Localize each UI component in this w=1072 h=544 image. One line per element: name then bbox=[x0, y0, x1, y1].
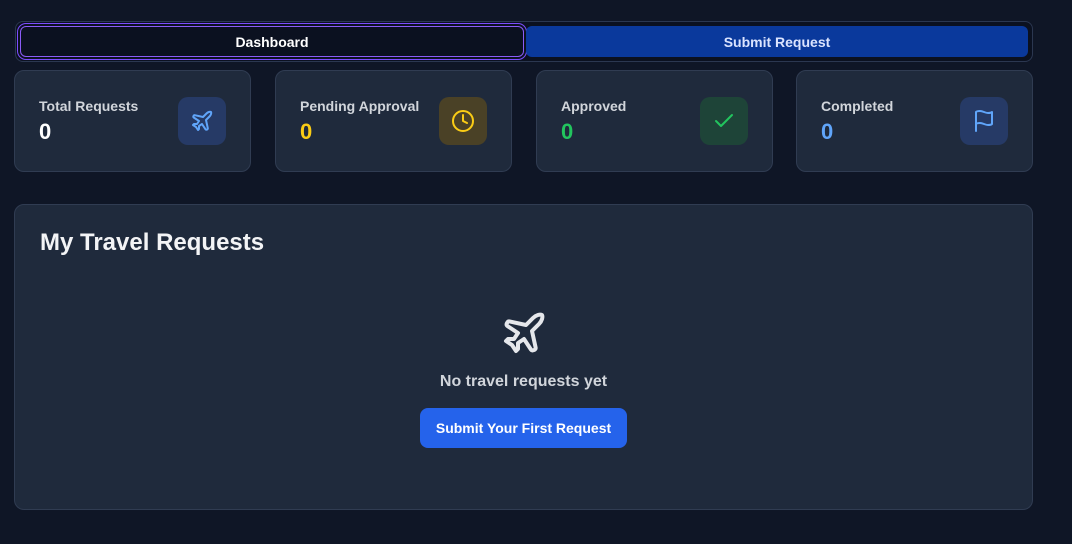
stat-label: Approved bbox=[561, 98, 627, 114]
stat-card-total-requests: Total Requests 0 bbox=[14, 70, 251, 172]
stat-value: 0 bbox=[821, 119, 834, 144]
app-root: Dashboard Submit Request Total Requests … bbox=[0, 0, 1072, 544]
stat-icon-box bbox=[960, 97, 1008, 145]
stat-value: 0 bbox=[39, 119, 52, 144]
stat-card-completed: Completed 0 bbox=[796, 70, 1033, 172]
travel-requests-panel: My Travel Requests No travel requests ye… bbox=[14, 204, 1033, 510]
stat-card-approved: Approved 0 bbox=[536, 70, 773, 172]
stat-label: Completed bbox=[821, 98, 894, 114]
tab-submit-request[interactable]: Submit Request bbox=[526, 26, 1028, 57]
tab-bar: Dashboard Submit Request bbox=[15, 21, 1033, 62]
stat-label: Pending Approval bbox=[300, 98, 420, 114]
empty-state: No travel requests yet Submit Your First… bbox=[15, 309, 1032, 448]
stat-value: 0 bbox=[300, 119, 313, 144]
check-icon bbox=[715, 114, 733, 127]
flag-icon bbox=[975, 110, 993, 132]
stat-card-pending-approval: Pending Approval 0 bbox=[275, 70, 512, 172]
panel-title: My Travel Requests bbox=[40, 229, 265, 256]
tab-dashboard[interactable]: Dashboard bbox=[20, 26, 524, 57]
submit-first-request-button[interactable]: Submit Your First Request bbox=[419, 408, 628, 448]
stat-icon-box bbox=[700, 97, 748, 145]
stat-icon-box bbox=[439, 97, 487, 145]
stats-row: Total Requests 0 Pending Approval 0 Appr… bbox=[14, 70, 1033, 172]
clock-icon bbox=[452, 110, 474, 132]
stat-label: Total Requests bbox=[39, 98, 139, 114]
stat-icon-box bbox=[178, 97, 226, 145]
plane-icon bbox=[192, 110, 213, 131]
empty-state-text: No travel requests yet bbox=[439, 373, 608, 390]
plane-icon bbox=[503, 312, 544, 353]
stat-value: 0 bbox=[561, 119, 574, 144]
